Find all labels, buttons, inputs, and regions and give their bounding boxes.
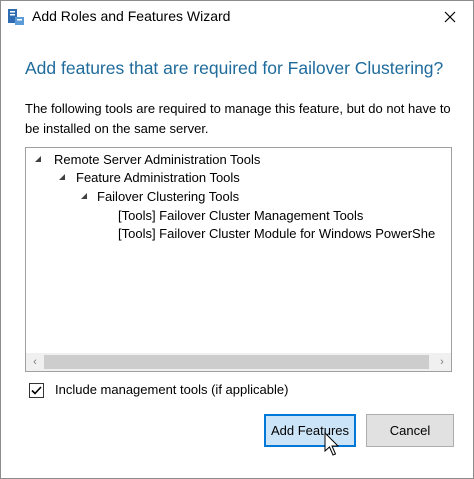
tree-item-failover-clustering-tools[interactable]: Failover Clustering Tools — [97, 188, 239, 206]
close-icon — [444, 11, 456, 23]
scrollbar-thumb[interactable] — [44, 355, 429, 369]
dialog-heading: Add features that are required for Failo… — [25, 58, 444, 78]
expand-triangle-icon[interactable] — [81, 193, 87, 199]
close-button[interactable] — [427, 1, 473, 33]
tree-item-cluster-powershell-module[interactable]: [Tools] Failover Cluster Module for Wind… — [118, 225, 435, 243]
title-bar[interactable]: Add Roles and Features Wizard — [1, 1, 473, 33]
expand-triangle-icon[interactable] — [35, 156, 41, 162]
scroll-left-icon[interactable]: ‹ — [26, 353, 44, 371]
mouse-pointer-icon — [324, 432, 340, 456]
add-features-button[interactable]: Add Features — [264, 414, 356, 447]
window-title: Add Roles and Features Wizard — [32, 8, 231, 24]
horizontal-scrollbar[interactable]: ‹ › — [26, 353, 451, 371]
server-manager-icon — [6, 7, 26, 27]
expand-triangle-icon[interactable] — [59, 174, 65, 180]
feature-tree[interactable]: Remote Server Administration Tools Featu… — [25, 147, 452, 372]
checkmark-icon — [31, 386, 42, 395]
scroll-right-icon[interactable]: › — [433, 353, 451, 371]
tree-item-rsat[interactable]: Remote Server Administration Tools — [54, 151, 260, 169]
cancel-button[interactable]: Cancel — [366, 414, 454, 447]
dialog-description: The following tools are required to mana… — [25, 101, 451, 136]
include-tools-label[interactable]: Include management tools (if applicable) — [55, 382, 288, 397]
wizard-window: Add Roles and Features Wizard Add featur… — [0, 0, 474, 479]
tree-item-feature-admin-tools[interactable]: Feature Administration Tools — [76, 169, 240, 187]
include-tools-checkbox[interactable] — [29, 383, 44, 398]
tree-item-cluster-management-tools[interactable]: [Tools] Failover Cluster Management Tool… — [118, 207, 363, 225]
